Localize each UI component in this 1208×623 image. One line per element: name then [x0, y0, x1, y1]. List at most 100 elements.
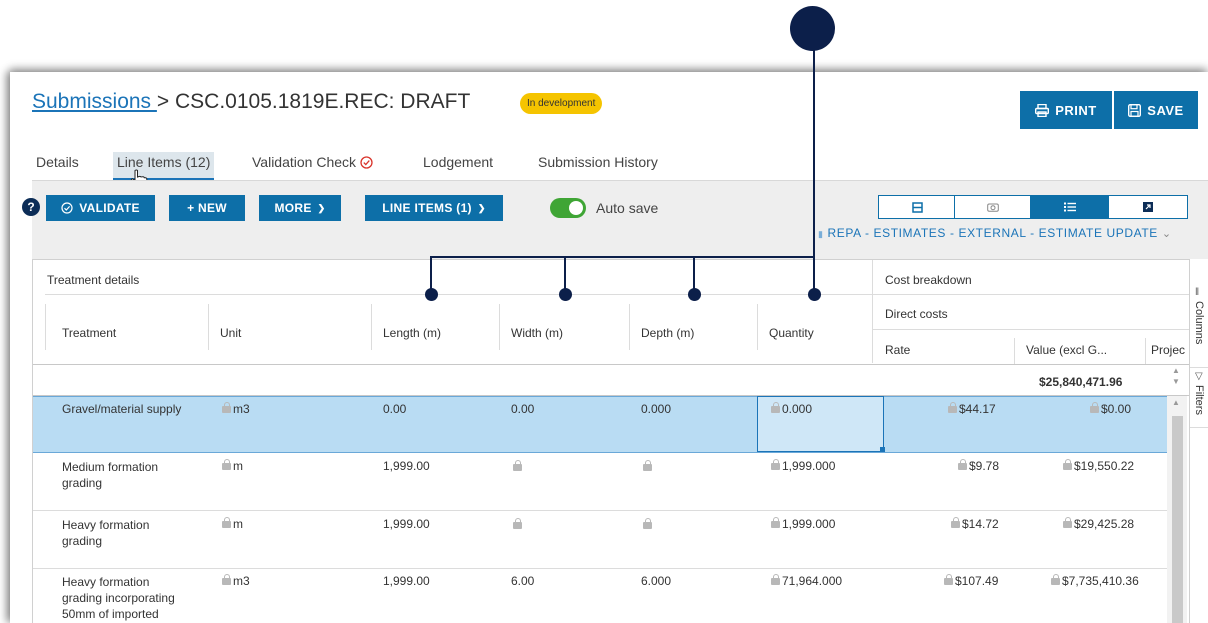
column-header-depth[interactable]: Depth (m): [641, 326, 694, 340]
side-tool-panel: ‖ Columns ▽ Filters: [1189, 259, 1208, 623]
cell-length[interactable]: 0.00: [383, 402, 406, 416]
cell-quantity[interactable]: 0.000: [771, 402, 812, 416]
column-header-treatment[interactable]: Treatment: [62, 326, 116, 340]
cell-unit[interactable]: m3: [222, 574, 250, 588]
check-circle-icon: [61, 202, 73, 214]
filters-panel-tab[interactable]: Filters: [1193, 385, 1205, 415]
save-label: SAVE: [1147, 102, 1184, 118]
cell-width[interactable]: 0.00: [511, 402, 534, 416]
column-header-quantity[interactable]: Quantity: [769, 326, 814, 340]
save-button[interactable]: SAVE: [1114, 91, 1198, 129]
grid-header: [33, 260, 1189, 363]
line-items-button[interactable]: LINE ITEMS (1) ❯: [365, 195, 503, 221]
column-header-unit[interactable]: Unit: [220, 326, 241, 340]
cell-depth-locked[interactable]: [643, 518, 654, 532]
cell-width-locked[interactable]: [513, 518, 524, 532]
table-row-selected[interactable]: [33, 396, 1167, 453]
tab-lodgement[interactable]: Lodgement: [423, 152, 493, 180]
cell-depth[interactable]: 6.000: [641, 574, 671, 588]
cell-value[interactable]: $19,550.22: [1063, 459, 1134, 473]
pin-icon: ▮: [818, 229, 824, 239]
cell-depth[interactable]: 0.000: [641, 402, 671, 416]
status-badge: In development: [520, 93, 603, 114]
column-header-rate[interactable]: Rate: [885, 343, 910, 357]
columns-panel-tab[interactable]: Columns: [1193, 301, 1205, 344]
cell-length[interactable]: 1,999.00: [383, 459, 430, 473]
cell-value[interactable]: $0.00: [1090, 402, 1131, 416]
tab-validation-check-label: Validation Check: [252, 154, 357, 170]
auto-save-toggle[interactable]: [550, 198, 586, 218]
group-header-cost-breakdown: Cost breakdown: [885, 273, 972, 287]
column-header-width[interactable]: Width (m): [511, 326, 563, 340]
cell-treatment[interactable]: Gravel/material supply: [62, 402, 181, 416]
annotation-line: [430, 256, 815, 258]
group-header-direct-costs: Direct costs: [885, 307, 948, 321]
column-header-value[interactable]: Value (excl G...: [1026, 343, 1107, 357]
cell-unit[interactable]: m3: [222, 402, 250, 416]
annotation-dot-quantity: [808, 288, 821, 301]
column-header-length[interactable]: Length (m): [383, 326, 441, 340]
cell-quantity[interactable]: 1,999.000: [771, 517, 835, 531]
tab-validation-check[interactable]: Validation Check: [252, 152, 373, 180]
breadcrumb-submissions-link[interactable]: Submissions: [32, 90, 157, 113]
chevron-down-icon: ❯: [317, 202, 326, 213]
cell-length[interactable]: 1,999.00: [383, 574, 430, 588]
print-label: PRINT: [1055, 102, 1097, 118]
scrollbar-thumb[interactable]: [1172, 416, 1183, 623]
view-button-camera[interactable]: [954, 195, 1032, 219]
cell-rate[interactable]: $44.17: [948, 402, 996, 416]
cell-quantity[interactable]: 1,999.000: [771, 459, 835, 473]
cell-length[interactable]: 1,999.00: [383, 517, 430, 531]
cell-rate[interactable]: $107.49: [944, 574, 998, 588]
cell-treatment[interactable]: Medium formation grading: [62, 459, 158, 491]
header-divider: [872, 294, 1189, 295]
cell-value[interactable]: $29,425.28: [1063, 517, 1134, 531]
print-button[interactable]: PRINT: [1020, 91, 1112, 129]
fill-handle[interactable]: [880, 447, 885, 452]
total-value: $25,840,471.96: [1039, 375, 1123, 389]
view-button-export[interactable]: [1108, 195, 1188, 219]
tab-details[interactable]: Details: [36, 152, 79, 180]
lock-icon: [958, 459, 967, 470]
error-circle-icon: [360, 156, 373, 169]
view-button-list[interactable]: [1030, 195, 1110, 219]
cell-unit[interactable]: m: [222, 459, 243, 473]
view-button-form[interactable]: [878, 195, 956, 219]
more-button[interactable]: MORE ❯: [259, 195, 341, 221]
help-button[interactable]: ?: [22, 198, 40, 216]
cell-width[interactable]: 6.00: [511, 574, 534, 588]
new-label: + NEW: [187, 201, 227, 215]
lock-icon: [771, 402, 780, 413]
tab-line-items[interactable]: Line Items (12): [113, 152, 215, 181]
annotation-line: [813, 72, 815, 294]
scroll-up-arrow-icon[interactable]: ▲: [1172, 398, 1180, 407]
auto-save-label: Auto save: [596, 200, 659, 216]
cell-treatment[interactable]: Heavy formation grading: [62, 517, 149, 549]
validate-button[interactable]: VALIDATE: [46, 195, 155, 221]
header-divider: [872, 329, 1189, 330]
list-icon: [1064, 202, 1076, 212]
cell-width-locked[interactable]: [513, 460, 524, 474]
column-header-project[interactable]: Projec: [1151, 343, 1185, 357]
scroll-down-arrow-icon[interactable]: ▼: [1172, 377, 1180, 386]
column-divider: [208, 304, 209, 350]
cell-quantity[interactable]: 71,964.000: [771, 574, 842, 588]
cell-unit[interactable]: m: [222, 517, 243, 531]
cell-rate[interactable]: $9.78: [958, 459, 999, 473]
scroll-up-arrow-icon[interactable]: ▲: [1172, 366, 1180, 375]
lock-icon: [951, 517, 960, 528]
cell-treatment[interactable]: Heavy formation grading incorporating 50mm…: [62, 574, 175, 622]
view-selector[interactable]: ▮ REPA - ESTIMATES - EXTERNAL - ESTIMATE…: [818, 226, 1172, 240]
chevron-down-icon: ❯: [477, 202, 486, 213]
lock-icon: [1051, 574, 1060, 585]
lock-icon: [1090, 402, 1099, 413]
cell-depth-locked[interactable]: [643, 460, 654, 474]
line-items-grid: Treatment details Cost breakdown Direct …: [32, 259, 1190, 623]
cell-rate[interactable]: $14.72: [951, 517, 999, 531]
cell-value[interactable]: $7,735,410.36: [1051, 574, 1139, 588]
tab-submission-history[interactable]: Submission History: [538, 152, 658, 180]
column-divider: [629, 304, 630, 350]
annotation-line: [813, 48, 815, 74]
new-button[interactable]: + NEW: [169, 195, 245, 221]
column-divider: [371, 304, 372, 350]
